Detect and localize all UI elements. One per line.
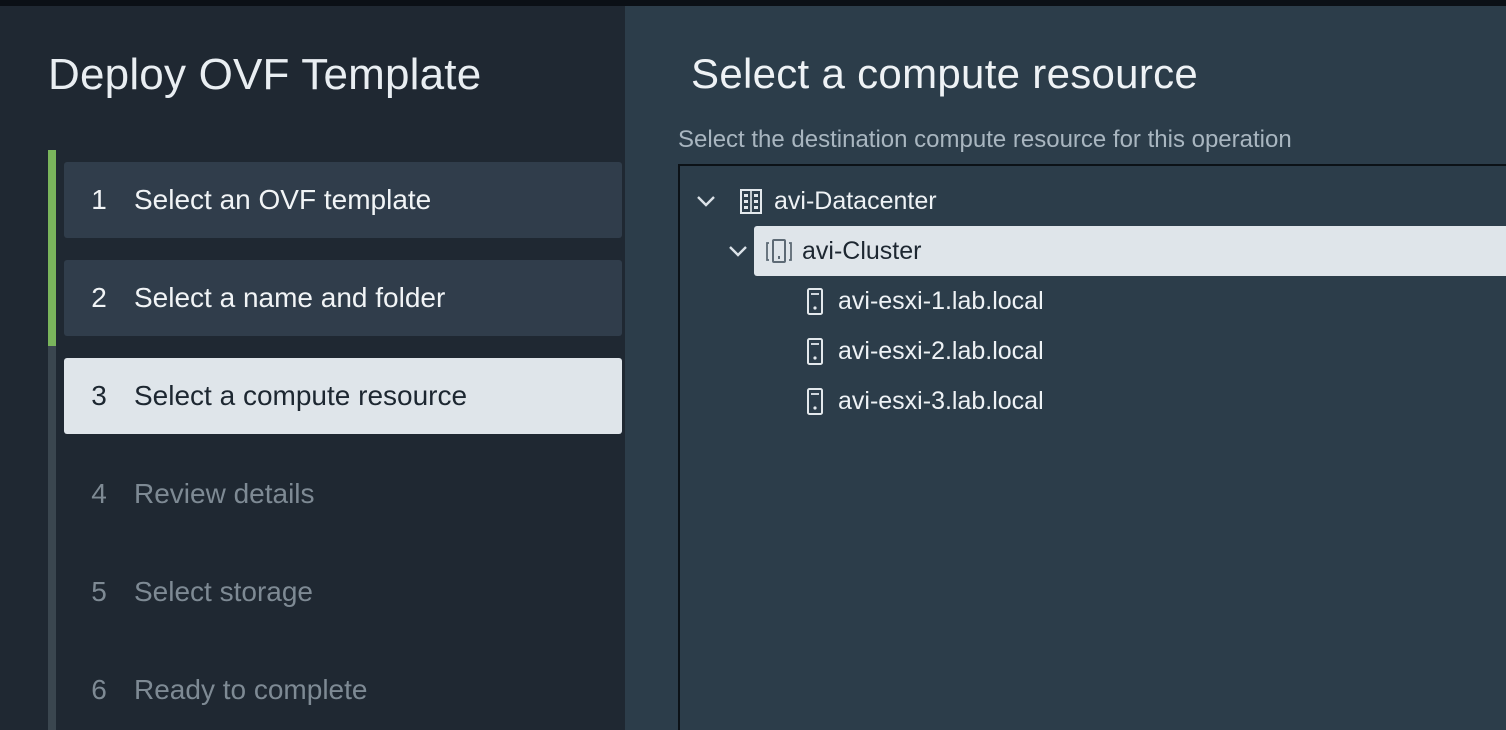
page-subtitle: Select the destination compute resource … — [678, 126, 1292, 153]
tree-node-label: avi-esxi-3.lab.local — [838, 386, 1044, 415]
wizard-step-2[interactable]: 2 Select a name and folder — [64, 260, 622, 336]
host-icon — [807, 388, 823, 415]
step-label: Select an OVF template — [134, 184, 432, 215]
host-icon — [807, 288, 823, 315]
step-label: Select a compute resource — [134, 380, 468, 411]
cluster-icon — [766, 239, 792, 263]
page-title: Select a compute resource — [691, 50, 1199, 97]
datacenter-icon — [740, 189, 762, 214]
progress-completed-indicator — [48, 150, 56, 346]
step-label: Select a name and folder — [134, 282, 446, 313]
step-number: 2 — [91, 282, 107, 313]
step-number: 1 — [91, 184, 107, 215]
wizard-sidebar: Deploy OVF Template 1 Select an OVF temp… — [0, 6, 625, 730]
wizard-title: Deploy OVF Template — [48, 50, 482, 99]
tree-node-cluster[interactable]: avi-Cluster — [754, 226, 1506, 276]
tree-node-host[interactable]: avi-esxi-3.lab.local — [800, 376, 1044, 426]
tree-node-label: avi-Datacenter — [774, 186, 937, 215]
chevron-down-icon[interactable] — [726, 239, 750, 263]
wizard-content: Select a compute resource Select the des… — [625, 6, 1506, 730]
compute-resource-tree: avi-Datacenter avi-Cluster avi-esxi-1.la… — [678, 164, 1506, 730]
tree-node-label: avi-esxi-1.lab.local — [838, 286, 1044, 315]
step-number: 6 — [91, 674, 107, 705]
tree-node-cluster-toggle[interactable] — [726, 226, 750, 276]
deploy-ovf-wizard: Deploy OVF Template 1 Select an OVF temp… — [0, 6, 1506, 730]
wizard-step-6: 6 Ready to complete — [64, 652, 622, 728]
tree-node-label: avi-esxi-2.lab.local — [838, 336, 1044, 365]
wizard-step-3[interactable]: 3 Select a compute resource — [64, 358, 622, 434]
tree-node-label: avi-Cluster — [802, 236, 922, 265]
wizard-step-4: 4 Review details — [64, 456, 622, 532]
step-number: 5 — [91, 576, 107, 607]
wizard-step-5: 5 Select storage — [64, 554, 622, 630]
wizard-step-1[interactable]: 1 Select an OVF template — [64, 162, 622, 238]
chevron-down-icon[interactable] — [694, 189, 718, 213]
step-number: 3 — [91, 380, 107, 411]
step-number: 4 — [91, 478, 107, 509]
host-icon — [807, 338, 823, 365]
tree-node-datacenter[interactable]: avi-Datacenter — [694, 176, 937, 226]
tree-node-host[interactable]: avi-esxi-2.lab.local — [800, 326, 1044, 376]
step-label: Select storage — [134, 576, 313, 607]
step-label: Review details — [134, 478, 315, 509]
step-label: Ready to complete — [134, 674, 368, 705]
tree-node-host[interactable]: avi-esxi-1.lab.local — [800, 276, 1044, 326]
